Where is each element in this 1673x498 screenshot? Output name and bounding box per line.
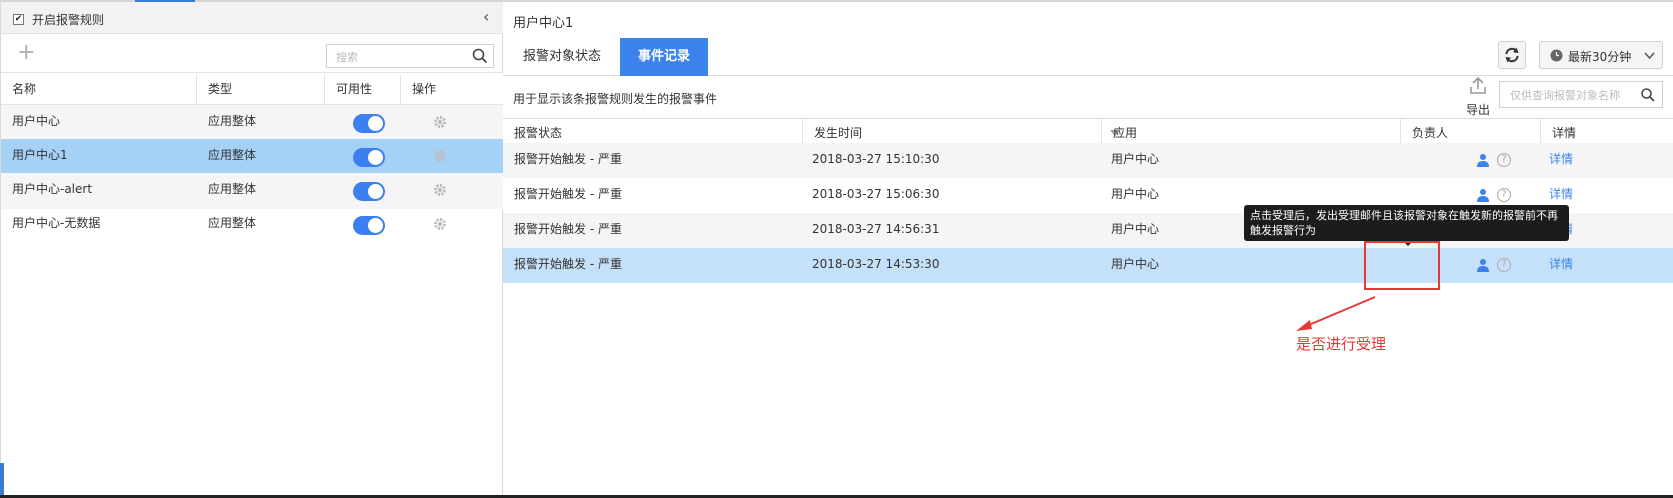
person-icon[interactable]	[1476, 153, 1490, 167]
rule-name: 用户中心1	[12, 148, 68, 162]
rule-type: 应用整体	[208, 114, 257, 128]
time-range-label: 最新30分钟	[1568, 50, 1632, 64]
rule-name: 用户中心-无数据	[12, 216, 101, 230]
rule-name: 用户中心-alert	[12, 182, 93, 196]
rule-enabled-toggle[interactable]	[353, 114, 385, 133]
clock-icon	[1550, 49, 1563, 62]
help-icon[interactable]: ?	[1497, 188, 1511, 202]
gear-icon[interactable]	[433, 149, 447, 163]
column-header-availability: 可用性	[325, 74, 401, 105]
rule-row[interactable]: 用户中心-无数据 应用整体	[1, 207, 503, 243]
rule-enabled-toggle[interactable]	[353, 216, 385, 235]
refresh-icon	[1505, 47, 1519, 63]
event-time: 2018-03-27 15:10:30	[812, 152, 940, 166]
event-status: 报警开始触发 - 严重	[514, 187, 622, 201]
help-icon[interactable]: ?	[1497, 153, 1511, 167]
tab-alarm-object-status[interactable]: 报警对象状态	[508, 38, 616, 76]
rule-name: 用户中心	[12, 114, 61, 128]
search-icon[interactable]	[471, 47, 489, 65]
event-app: 用户中心	[1111, 187, 1160, 201]
event-search-input[interactable]: 仅供查询报警对象名称	[1499, 81, 1663, 108]
export-label: 导出	[1466, 103, 1491, 117]
annotation-arrow-icon	[1296, 296, 1376, 331]
search-icon[interactable]	[1640, 87, 1656, 103]
gear-icon[interactable]	[433, 217, 447, 231]
gear-icon[interactable]	[433, 115, 447, 129]
gear-icon[interactable]	[433, 183, 447, 197]
rule-panel-header: ✔ 开启报警规则 ‹	[1, 2, 503, 34]
rule-enabled-toggle[interactable]	[353, 148, 385, 167]
column-header-actions: 操作	[412, 82, 437, 96]
export-icon	[1470, 77, 1486, 94]
rule-type: 应用整体	[208, 216, 257, 230]
page-title: 用户中心1	[513, 16, 574, 31]
event-app: 用户中心	[1111, 152, 1160, 166]
rule-row[interactable]: 用户中心 应用整体	[1, 105, 503, 141]
time-range-dropdown[interactable]: 最新30分钟	[1539, 41, 1663, 69]
event-time: 2018-03-27 14:56:31	[812, 222, 940, 236]
column-header-name: 名称	[1, 74, 197, 105]
person-icon[interactable]	[1476, 258, 1490, 272]
tab-event-records[interactable]: 事件记录	[620, 38, 708, 76]
person-icon[interactable]	[1476, 188, 1490, 202]
chevron-down-icon	[1644, 52, 1655, 60]
refresh-button[interactable]	[1498, 41, 1526, 69]
event-row[interactable]: 报警开始触发 - 严重 2018-03-27 14:53:30 用户中心 ? 详…	[503, 248, 1673, 283]
rule-search-input[interactable]: 搜索	[326, 44, 494, 68]
rule-type: 应用整体	[208, 182, 257, 196]
rule-search-placeholder: 搜索	[336, 51, 358, 64]
rule-row[interactable]: 用户中心-alert 应用整体	[1, 173, 503, 209]
export-button[interactable]: 导出	[1463, 77, 1493, 117]
event-time: 2018-03-27 14:53:30	[812, 257, 940, 271]
rule-type: 应用整体	[208, 148, 257, 162]
event-time: 2018-03-27 15:06:30	[812, 187, 940, 201]
event-status: 报警开始触发 - 严重	[514, 222, 622, 236]
enable-rules-checkbox[interactable]: ✔	[13, 14, 24, 25]
event-status: 报警开始触发 - 严重	[514, 152, 622, 166]
rule-row[interactable]: 用户中心1 应用整体	[1, 139, 503, 175]
event-status: 报警开始触发 - 严重	[514, 257, 622, 271]
help-icon[interactable]: ?	[1497, 258, 1511, 272]
window-bottom-accent	[0, 463, 4, 498]
event-panel: 用户中心1 报警对象状态 事件记录 最新30分钟 用于显示该条报警规则发生的报警…	[503, 2, 1673, 495]
event-search-placeholder: 仅供查询报警对象名称	[1510, 89, 1620, 102]
rule-toolbar: + 搜索	[1, 35, 503, 73]
enable-rules-label: 开启报警规则	[32, 13, 105, 27]
column-header-type: 类型	[197, 74, 325, 105]
rule-table-header: 名称 类型 可用性 操作	[1, 74, 503, 105]
add-rule-icon[interactable]: +	[17, 41, 35, 65]
rule-list-panel: ✔ 开启报警规则 ‹ + 搜索 名称 类型 可用性 操作 用户中心 应用整体 用…	[0, 2, 503, 495]
event-row[interactable]: 报警开始触发 - 严重 2018-03-27 15:10:30 用户中心 ? 详…	[503, 143, 1673, 178]
detail-link[interactable]: 详情	[1538, 143, 1573, 178]
event-app: 用户中心	[1111, 257, 1160, 271]
annotation-text: 是否进行受理	[1296, 335, 1387, 353]
accept-tooltip: 点击受理后，发出受理邮件且该报警对象在触发新的报警前不再触发报警行为	[1244, 205, 1569, 241]
rule-enabled-toggle[interactable]	[353, 182, 385, 201]
panel-description: 用于显示该条报警规则发生的报警事件	[513, 92, 718, 106]
collapse-panel-icon[interactable]: ‹	[483, 7, 489, 26]
annotation-highlight-box	[1364, 241, 1440, 290]
event-app: 用户中心	[1111, 222, 1160, 236]
detail-link[interactable]: 详情	[1538, 248, 1573, 283]
